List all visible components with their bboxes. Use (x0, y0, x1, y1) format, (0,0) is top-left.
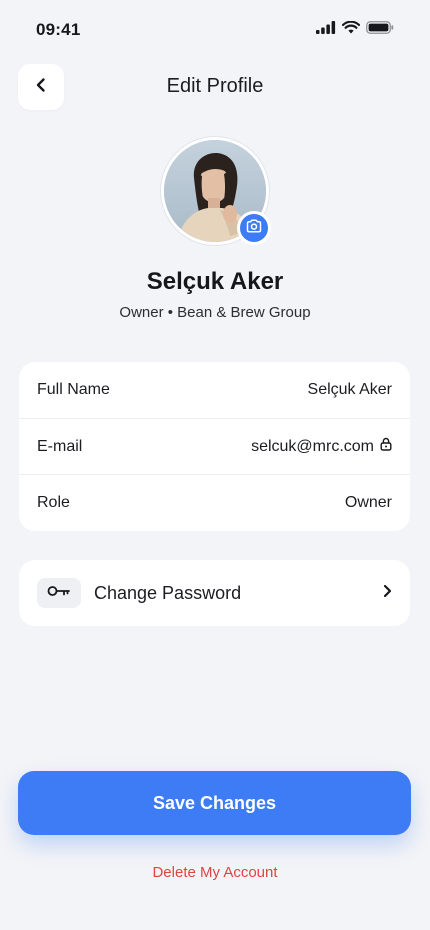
wifi-icon (341, 20, 361, 39)
change-password-label: Change Password (94, 582, 242, 603)
avatar-container (161, 137, 271, 245)
full-name-row[interactable]: Full Name Selçuk Aker (19, 362, 410, 418)
role-value-wrap: Owner (345, 494, 392, 512)
status-time: 09:41 (36, 20, 81, 39)
save-changes-button[interactable]: Save Changes (18, 771, 411, 835)
role-label: Role (37, 493, 70, 511)
lock-icon (380, 437, 392, 456)
profile-info-card: Full Name Selçuk Aker E-mail selcuk@mrc.… (19, 362, 410, 531)
change-photo-button[interactable] (237, 211, 271, 245)
header: Edit Profile (0, 64, 430, 110)
camera-icon (246, 218, 262, 238)
page-title: Edit Profile (166, 75, 264, 97)
cellular-signal-icon (316, 21, 336, 39)
profile-subtitle: Owner • Bean & Brew Group (119, 304, 311, 321)
role-row[interactable]: Role Owner (19, 474, 410, 530)
chevron-right-icon (382, 584, 392, 603)
email-value: selcuk@mrc.com (251, 437, 374, 455)
email-label: E-mail (37, 437, 83, 455)
delete-account-link[interactable]: Delete My Account (0, 864, 430, 881)
battery-icon (366, 21, 394, 39)
full-name-label: Full Name (37, 381, 110, 398)
email-value-wrap: selcuk@mrc.com (251, 437, 392, 456)
key-icon (47, 584, 71, 602)
full-name-value: Selçuk Aker (307, 381, 392, 398)
profile-name: Selçuk Aker (146, 268, 284, 295)
full-name-value-wrap: Selçuk Aker (308, 381, 392, 399)
role-value: Owner (344, 493, 392, 511)
email-row: E-mail selcuk@mrc.com (19, 418, 410, 474)
status-icons (316, 20, 394, 39)
status-bar: 09:41 (0, 0, 430, 58)
change-password-button[interactable]: Change Password (19, 560, 410, 626)
key-icon-chip (37, 578, 81, 608)
